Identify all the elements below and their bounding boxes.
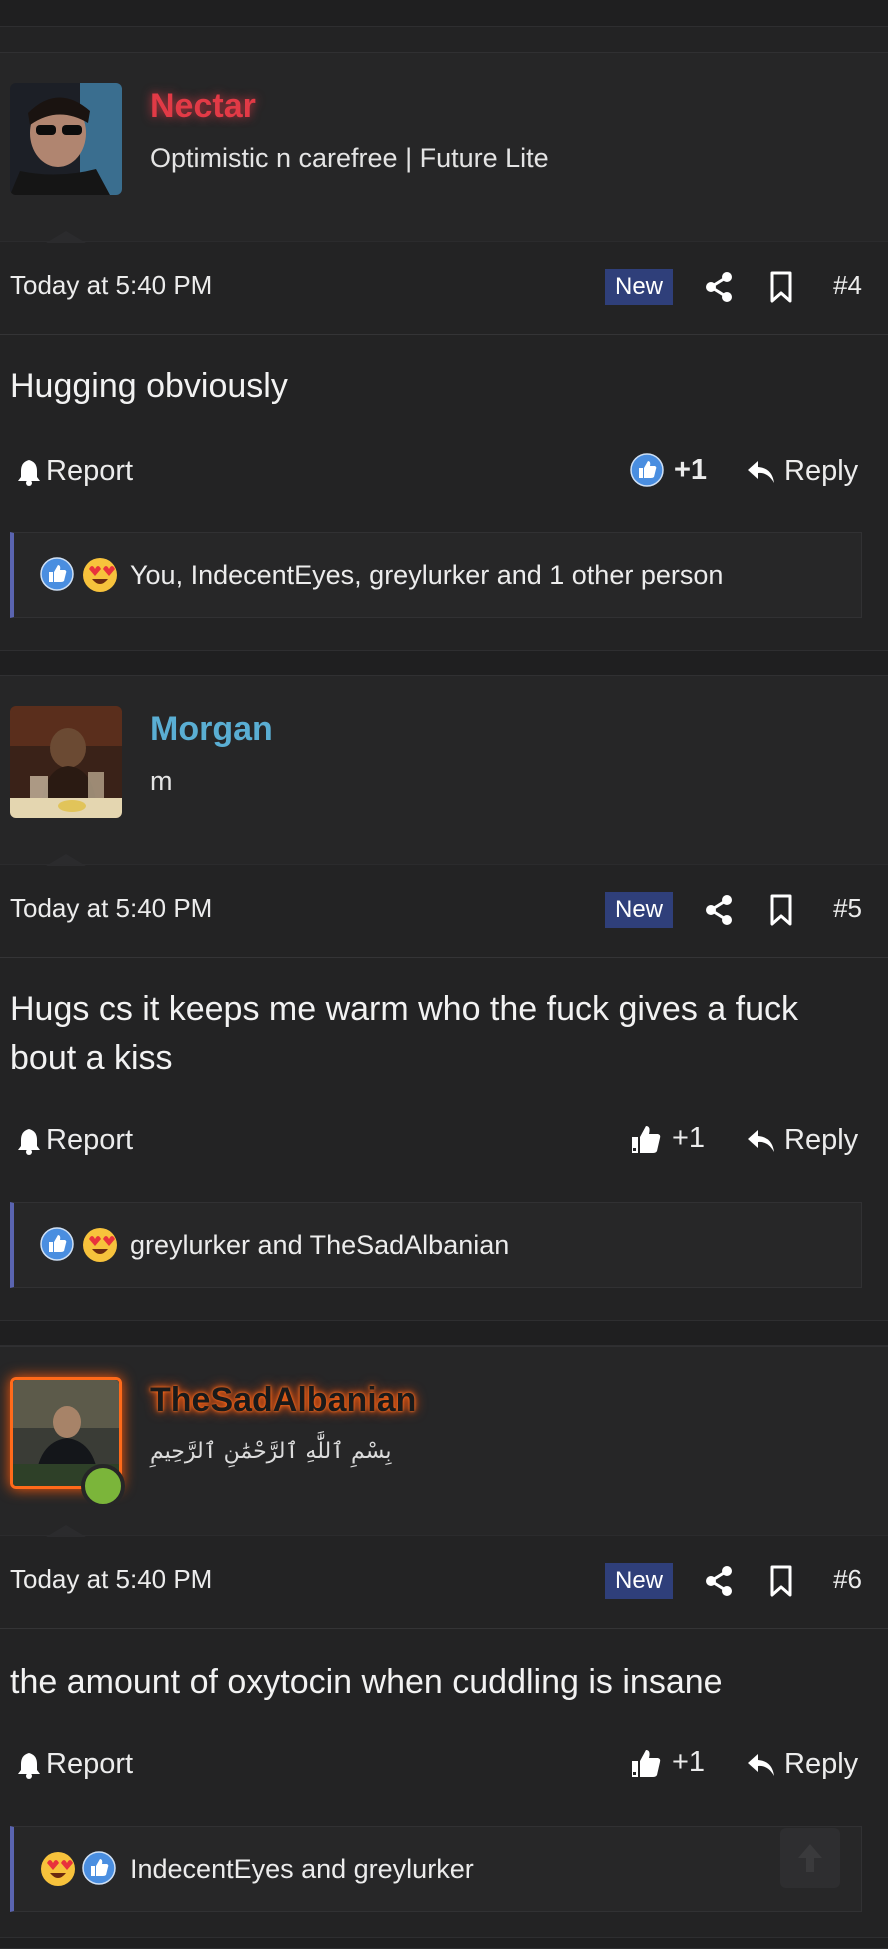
bell-icon bbox=[18, 459, 40, 486]
top-separator bbox=[0, 0, 888, 27]
user-title: Optimistic n carefree | Future Lite bbox=[150, 143, 549, 173]
report-label: Report bbox=[46, 1748, 134, 1780]
post-body: Hugs cs it keeps me warm who the fuck gi… bbox=[10, 990, 798, 1077]
reply-button[interactable]: Reply bbox=[746, 1124, 858, 1157]
post-meta: Today at 5:40 PM New #4 bbox=[0, 240, 888, 335]
user-title: m bbox=[150, 766, 173, 796]
like-button[interactable]: +1 bbox=[630, 1746, 705, 1779]
reactions-text: IndecentEyes and greylurker bbox=[130, 1854, 474, 1884]
report-label: Report bbox=[46, 1124, 134, 1156]
new-badge: New bbox=[605, 892, 673, 928]
bookmark-icon[interactable] bbox=[768, 893, 794, 927]
username[interactable]: TheSadAlbanian bbox=[150, 1381, 416, 1420]
report-button[interactable]: Report bbox=[16, 455, 133, 488]
reply-label: Reply bbox=[784, 1124, 859, 1156]
post-meta: Today at 5:40 PM New #5 bbox=[0, 863, 888, 958]
post-actions: Report +1 Reply bbox=[0, 449, 888, 497]
love-reaction-icon bbox=[41, 1852, 75, 1886]
arrow-up-icon bbox=[798, 1844, 822, 1872]
report-label: Report bbox=[46, 455, 134, 487]
reply-icon bbox=[748, 460, 774, 483]
post-date[interactable]: Today at 5:40 PM bbox=[10, 893, 212, 924]
reaction-summary[interactable]: You, IndecentEyes, greylurker and 1 othe… bbox=[10, 532, 862, 618]
post-header: TheSadAlbanian بِسْمِ ٱللَّٰهِ ٱلرَّحْمَ… bbox=[0, 1346, 888, 1537]
post-body: Hugging obviously bbox=[10, 367, 288, 405]
bookmark-icon[interactable] bbox=[768, 270, 794, 304]
reactions-text: greylurker and TheSadAlbanian bbox=[130, 1230, 510, 1260]
post-number[interactable]: #6 bbox=[833, 1564, 862, 1595]
report-button[interactable]: Report bbox=[16, 1748, 133, 1781]
avatar[interactable] bbox=[10, 1377, 125, 1508]
post-meta: Today at 5:40 PM New #6 bbox=[0, 1534, 888, 1629]
like-count: +1 bbox=[674, 453, 708, 486]
post-actions: Report +1 Reply bbox=[0, 1118, 888, 1166]
post-body: the amount of oxytocin when cuddling is … bbox=[10, 1663, 723, 1701]
post-header: Morgan m bbox=[0, 675, 888, 866]
love-reaction-icon bbox=[83, 1228, 117, 1262]
thumbs-up-icon bbox=[632, 1125, 661, 1153]
reply-label: Reply bbox=[784, 455, 859, 487]
like-reaction-icon bbox=[82, 1851, 116, 1885]
scroll-to-top-button[interactable] bbox=[780, 1828, 840, 1888]
post-number[interactable]: #4 bbox=[833, 270, 862, 301]
reply-label: Reply bbox=[784, 1748, 859, 1780]
username[interactable]: Morgan bbox=[150, 710, 273, 749]
reactions-text: You, IndecentEyes, greylurker and 1 othe… bbox=[130, 560, 724, 590]
reaction-summary[interactable]: greylurker and TheSadAlbanian bbox=[10, 1202, 862, 1288]
report-button[interactable]: Report bbox=[16, 1124, 133, 1157]
post-date[interactable]: Today at 5:40 PM bbox=[10, 270, 212, 301]
share-icon[interactable] bbox=[703, 1564, 735, 1598]
like-reaction-icon bbox=[40, 1227, 74, 1261]
share-icon[interactable] bbox=[703, 270, 735, 304]
online-status-indicator bbox=[81, 1464, 125, 1508]
new-badge: New bbox=[605, 269, 673, 305]
like-label: +1 bbox=[672, 1746, 706, 1778]
post-header: Nectar Optimistic n carefree | Future Li… bbox=[0, 52, 888, 243]
like-button[interactable]: +1 bbox=[630, 453, 707, 487]
post-separator bbox=[0, 650, 888, 676]
post-separator bbox=[0, 1937, 888, 1949]
username[interactable]: Nectar bbox=[150, 87, 256, 126]
reply-button[interactable]: Reply bbox=[746, 1748, 858, 1781]
post-number[interactable]: #5 bbox=[833, 893, 862, 924]
bell-icon bbox=[18, 1128, 40, 1155]
avatar[interactable] bbox=[10, 706, 122, 818]
like-reaction-icon bbox=[630, 453, 664, 487]
like-label: +1 bbox=[672, 1122, 706, 1154]
love-reaction-icon bbox=[83, 558, 117, 592]
new-badge: New bbox=[605, 1563, 673, 1599]
avatar[interactable] bbox=[10, 83, 122, 195]
bell-icon bbox=[18, 1752, 40, 1779]
thumbs-up-icon bbox=[632, 1749, 661, 1777]
reaction-summary[interactable]: IndecentEyes and greylurker bbox=[10, 1826, 862, 1912]
post-date[interactable]: Today at 5:40 PM bbox=[10, 1564, 212, 1595]
like-button[interactable]: +1 bbox=[630, 1122, 705, 1155]
reply-icon bbox=[748, 1129, 774, 1152]
reply-button[interactable]: Reply bbox=[746, 455, 858, 488]
user-title: بِسْمِ ٱللَّٰهِ ٱلرَّحْمَٰنِ ٱلرَّحِيمِ bbox=[150, 1439, 392, 1464]
share-icon[interactable] bbox=[703, 893, 735, 927]
post-actions: Report +1 Reply bbox=[0, 1742, 888, 1790]
bookmark-icon[interactable] bbox=[768, 1564, 794, 1598]
post-separator bbox=[0, 1320, 888, 1346]
reply-icon bbox=[748, 1753, 774, 1776]
like-reaction-icon bbox=[40, 557, 74, 591]
